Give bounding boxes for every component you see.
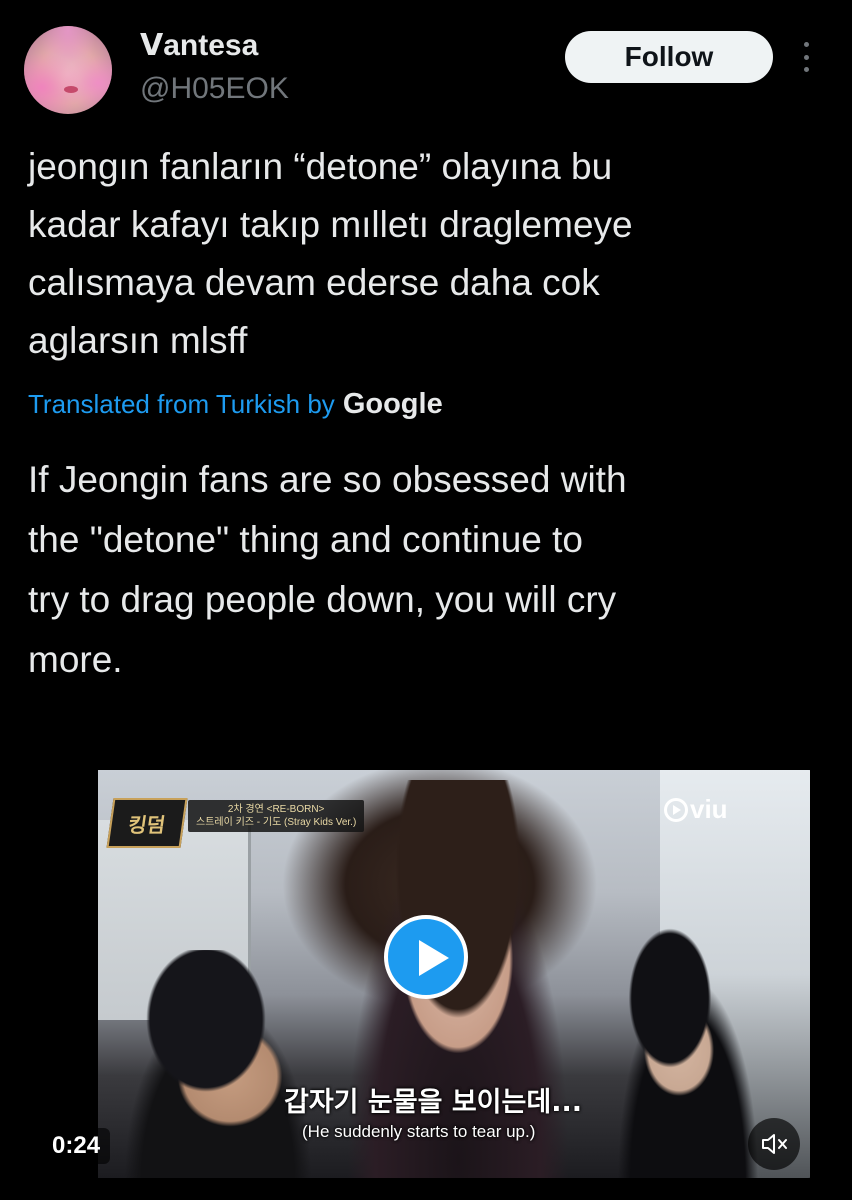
show-logo: 킹덤: [106, 798, 188, 848]
video-player[interactable]: 킹덤 2차 경연 <RE-BORN> 스트레이 키즈 - 기도 (Stray K…: [28, 770, 824, 1178]
viu-text: viu: [690, 794, 728, 824]
show-caption-line: 스트레이 키즈 - 기도 (Stray Kids Ver.): [196, 817, 357, 828]
mute-icon[interactable]: [748, 1118, 800, 1170]
more-icon[interactable]: [800, 42, 812, 72]
google-logo: Google: [342, 388, 443, 420]
tweet-text: jeongın fanların “detone” olayına bu kad…: [28, 146, 633, 361]
show-caption-line: 2차 경연 <RE-BORN>: [227, 804, 325, 815]
video-person: [98, 950, 338, 1178]
more-dot: [803, 54, 809, 60]
avatar-hair: [24, 26, 112, 114]
viu-watermark: viu: [664, 794, 728, 825]
video-time: 0:24: [42, 1128, 111, 1164]
subtitle-english: (He suddenly starts to tear up.): [302, 1122, 536, 1141]
viu-play-icon: [664, 797, 688, 822]
follow-button[interactable]: Follow: [565, 31, 773, 83]
translation-attribution[interactable]: Translated from Turkish by Google: [28, 388, 443, 421]
user-handle[interactable]: @H05EOK: [140, 72, 289, 106]
show-caption: 2차 경연 <RE-BORN> 스트레이 키즈 - 기도 (Stray Kids…: [188, 800, 365, 832]
subtitle-korean: 갑자기 눈물을 보이는데...: [284, 1087, 582, 1118]
more-dot: [803, 42, 809, 47]
play-icon[interactable]: [384, 915, 468, 999]
avatar[interactable]: [24, 26, 112, 114]
speaker-muted-icon: [762, 1134, 787, 1154]
avatar-lips: [64, 86, 78, 93]
translated-text: If Jeongin fans are so obsessed with the…: [28, 459, 627, 680]
more-dot: [803, 67, 809, 72]
translated-from-label[interactable]: Translated from Turkish by: [28, 389, 335, 420]
display-name[interactable]: ᐯantesa: [140, 28, 258, 63]
